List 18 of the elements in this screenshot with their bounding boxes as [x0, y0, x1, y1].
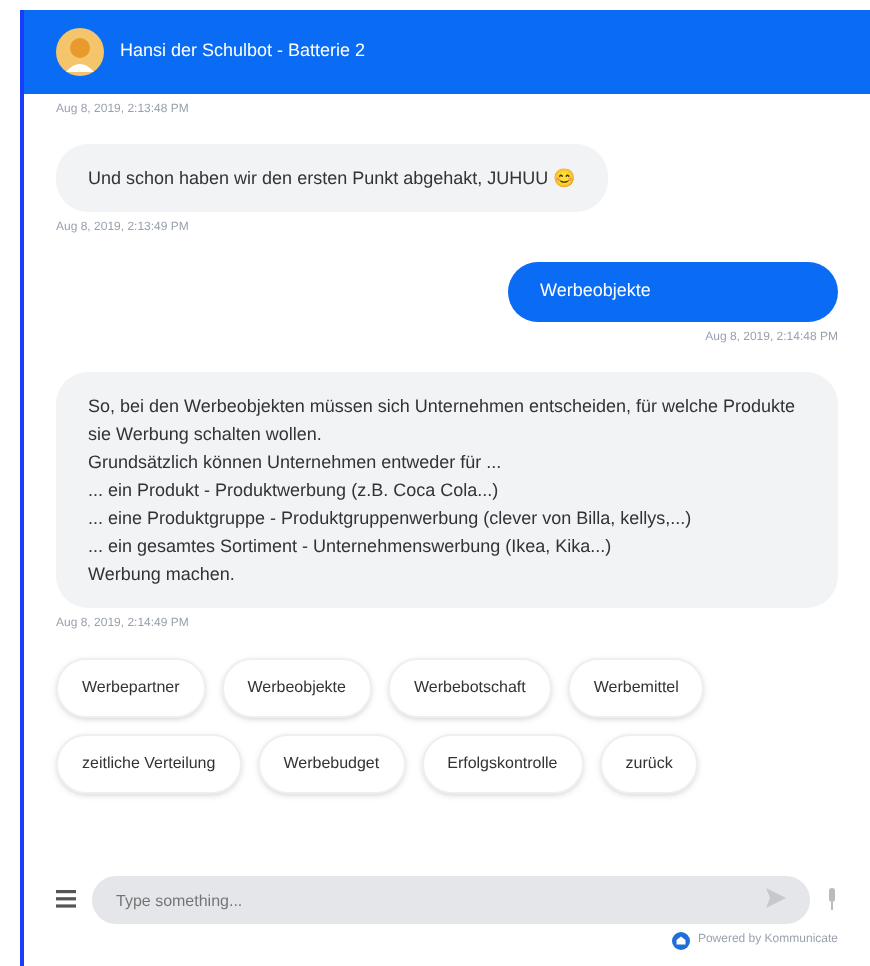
- quick-reply-chip[interactable]: Werbebotschaft: [387, 657, 552, 717]
- quick-reply-chip[interactable]: zeitliche Verteilung: [56, 733, 242, 793]
- chat-title: Hansi der Schulbot - Batterie 2: [120, 38, 366, 65]
- avatar-icon: [56, 28, 104, 76]
- quick-reply-chip[interactable]: Erfolgskontrolle: [421, 733, 584, 793]
- logo-icon: [671, 932, 690, 950]
- message-input[interactable]: Type something...: [92, 876, 810, 924]
- quick-reply-chip[interactable]: Werbeobjekte: [221, 657, 372, 717]
- user-message-bubble: Werbeobjekte: [508, 262, 838, 321]
- bot-message-bubble: Und schon haben wir den ersten Punkt abgehakt, JUHUU 😊: [56, 144, 608, 212]
- quick-reply-chip[interactable]: Werbemittel: [567, 657, 705, 717]
- bot-message-bubble: So, bei den Werbeobjekten müssen sich Unternehmen entscheiden, für welche Produkte sie Werbung schalten wollen. Grundsätzlich können Unternehmen entweder für ... ... ein Produkt - Produktwerbung (z.B. Coca Cola...) ... eine Produktgruppe - Produktgruppenwerbung (clever von Billa, kellys,...) ... ein gesamtes Sortiment - Unternehmenswerbung (Ikea, Kika...) Werbung machen.: [56, 371, 838, 607]
- menu-icon[interactable]: [56, 889, 76, 908]
- quick-reply-chip[interactable]: Werbepartner: [56, 657, 206, 717]
- quick-reply-chip[interactable]: Werbebudget: [257, 733, 406, 793]
- quick-reply-chip[interactable]: zurück: [599, 733, 699, 793]
- microphone-icon[interactable]: [826, 887, 838, 910]
- send-icon[interactable]: [766, 887, 786, 907]
